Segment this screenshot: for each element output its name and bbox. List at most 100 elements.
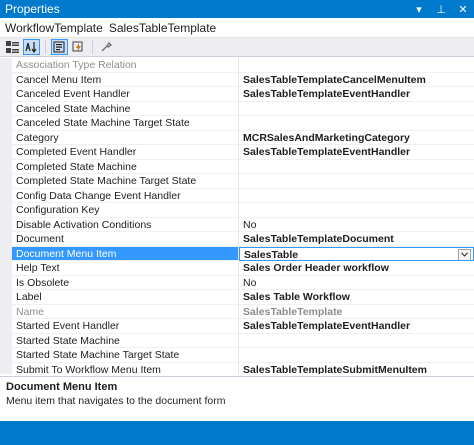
property-row[interactable]: Started State Machine (0, 333, 474, 348)
property-name[interactable]: Completed State Machine (12, 159, 239, 174)
property-name[interactable]: Name (12, 304, 239, 319)
property-row[interactable]: Completed Event Handler SalesTableTemplat… (0, 145, 474, 160)
row-gutter (0, 174, 12, 189)
property-row[interactable]: Canceled State Machine (0, 101, 474, 116)
property-value[interactable]: Sales Order Header workflow (239, 261, 474, 276)
row-gutter (0, 58, 12, 73)
description-text: Menu item that navigates to the document… (6, 395, 226, 407)
property-value[interactable]: SalesTableTemplateSubmitMenuItem (239, 363, 474, 375)
properties-icon[interactable] (51, 39, 68, 55)
property-name[interactable]: Disable Activation Conditions (12, 217, 239, 232)
property-name[interactable]: Started State Machine Target State (12, 348, 239, 363)
property-value[interactable] (239, 116, 474, 131)
property-name[interactable]: Completed State Machine Target State (12, 174, 239, 189)
property-name[interactable]: Configuration Key (12, 203, 239, 218)
property-row[interactable]: Is Obsolete No (0, 275, 474, 290)
property-value-text: SalesTableTemplate (243, 305, 343, 318)
property-name[interactable]: Completed Event Handler (12, 145, 239, 160)
property-row[interactable]: Cancel Menu Item SalesTableTemplateCancel… (0, 72, 474, 87)
property-value[interactable] (239, 174, 474, 189)
property-name[interactable]: Started Event Handler (12, 319, 239, 334)
property-name[interactable]: Canceled State Machine (12, 101, 239, 116)
properties-toolbar (0, 38, 474, 57)
property-name[interactable]: Config Data Change Event Handler (12, 188, 239, 203)
property-row[interactable]: Category MCRSalesAndMarketingCategory (0, 130, 474, 145)
property-name[interactable]: Started State Machine (12, 333, 239, 348)
property-value[interactable]: Sales Table Workflow (239, 290, 474, 305)
events-icon[interactable] (70, 39, 87, 55)
row-gutter (0, 246, 12, 261)
property-value-text: SalesTableTemplateCancelMenuItem (243, 73, 426, 86)
property-row[interactable]: Configuration Key (0, 203, 474, 218)
row-gutter (0, 203, 12, 218)
property-value[interactable]: SalesTable (239, 246, 474, 261)
property-name[interactable]: Cancel Menu Item (12, 72, 239, 87)
titlebar-buttons: ▾ ⊥ ✕ (412, 0, 470, 18)
property-row[interactable]: Started State Machine Target State (0, 348, 474, 363)
pin-icon[interactable]: ⊥ (434, 2, 448, 16)
property-value[interactable]: SalesTableTemplate (239, 305, 474, 319)
row-gutter (0, 232, 12, 247)
property-row[interactable]: Started Event Handler SalesTableTemplateE… (0, 319, 474, 334)
property-value[interactable] (239, 160, 474, 174)
property-name[interactable]: Canceled State Machine Target State (12, 116, 239, 131)
object-selector[interactable]: WorkflowTemplate SalesTableTemplate (0, 18, 474, 38)
property-row[interactable]: Document Menu Item SalesTable (0, 246, 474, 261)
row-gutter (0, 101, 12, 116)
property-name[interactable]: Document Menu Item (12, 246, 239, 261)
property-name[interactable]: Submit To Workflow Menu Item (12, 362, 239, 374)
property-value-text: No (243, 218, 257, 231)
property-pages-icon[interactable] (98, 39, 115, 55)
row-gutter (0, 362, 12, 374)
value-dropdown-button[interactable] (458, 248, 471, 261)
property-row[interactable]: Canceled Event Handler SalesTableTemplate… (0, 87, 474, 102)
property-value[interactable] (239, 102, 474, 116)
property-value[interactable]: No (239, 218, 474, 232)
property-value[interactable]: SalesTableTemplateEventHandler (239, 87, 474, 102)
property-value[interactable] (239, 203, 474, 218)
property-row[interactable]: Submit To Workflow Menu Item SalesTableTe… (0, 362, 474, 375)
property-value[interactable] (239, 58, 474, 73)
row-gutter (0, 333, 12, 348)
property-row[interactable]: Document SalesTableTemplateDocument (0, 232, 474, 247)
property-value-text: SalesTableTemplateEventHandler (243, 146, 411, 158)
property-value-text: SalesTableTemplateEventHandler (243, 320, 411, 332)
categorized-icon[interactable] (4, 39, 21, 55)
property-row[interactable]: Association Type Relation (0, 58, 474, 73)
property-name[interactable]: Label (12, 290, 239, 305)
property-row[interactable]: Help Text Sales Order Header workflow (0, 261, 474, 276)
status-bar (0, 421, 474, 445)
property-value[interactable] (239, 348, 474, 363)
row-gutter (0, 145, 12, 160)
property-value[interactable]: SalesTableTemplateEventHandler (239, 319, 474, 334)
close-icon[interactable]: ✕ (456, 2, 470, 16)
property-name[interactable]: Is Obsolete (12, 275, 239, 290)
property-row[interactable]: Completed State Machine (0, 159, 474, 174)
property-name[interactable]: Help Text (12, 261, 239, 276)
property-row[interactable]: Completed State Machine Target State (0, 174, 474, 189)
row-gutter (0, 130, 12, 145)
property-value-text: SalesTable (244, 248, 299, 261)
property-row[interactable]: Label Sales Table Workflow (0, 290, 474, 305)
property-row[interactable]: Config Data Change Event Handler (0, 188, 474, 203)
property-value[interactable] (239, 189, 474, 203)
property-value[interactable]: SalesTableTemplateDocument (239, 232, 474, 247)
property-name[interactable]: Category (12, 130, 239, 145)
property-name[interactable]: Association Type Relation (12, 58, 239, 73)
property-value[interactable]: No (239, 276, 474, 290)
property-name[interactable]: Canceled Event Handler (12, 87, 239, 102)
object-type: SalesTableTemplate (108, 20, 217, 35)
property-value[interactable] (239, 334, 474, 348)
property-name[interactable]: Document (12, 232, 239, 247)
property-row[interactable]: Name SalesTableTemplate (0, 304, 474, 319)
row-gutter (0, 87, 12, 102)
property-value[interactable]: SalesTableTemplateCancelMenuItem (239, 73, 474, 87)
dropdown-icon[interactable]: ▾ (412, 2, 426, 16)
property-value[interactable]: SalesTableTemplateEventHandler (239, 145, 474, 160)
property-row[interactable]: Canceled State Machine Target State (0, 116, 474, 131)
row-gutter (0, 275, 12, 290)
alphabetical-icon[interactable] (23, 39, 40, 55)
description-title: Document Menu Item (6, 381, 118, 393)
property-row[interactable]: Disable Activation Conditions No (0, 217, 474, 232)
property-value[interactable]: MCRSalesAndMarketingCategory (239, 131, 474, 145)
